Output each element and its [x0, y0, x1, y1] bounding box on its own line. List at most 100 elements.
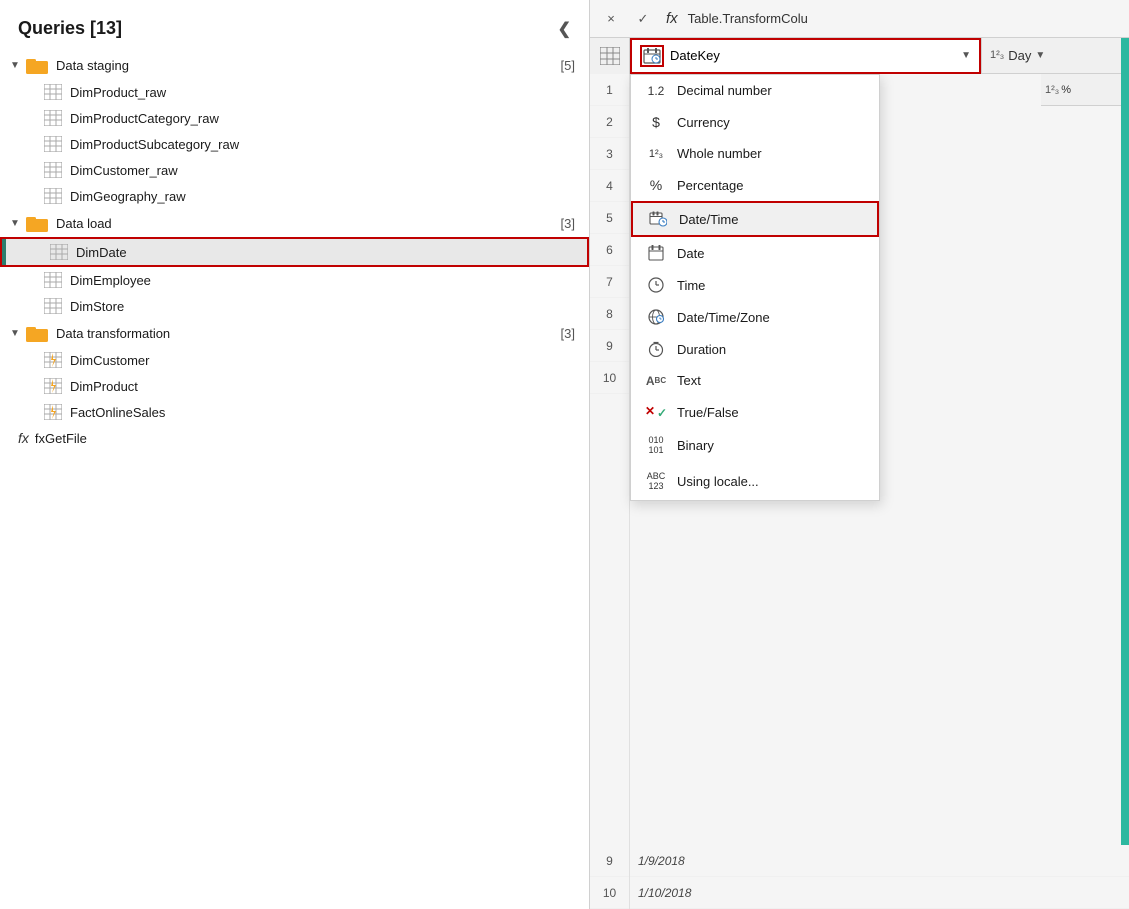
whole-number-label: Whole number — [677, 146, 762, 161]
row-num-4: 4 — [590, 170, 629, 202]
column-dropdown-arrow[interactable]: ▼ — [961, 50, 971, 61]
query-item-dimproductcategory-raw[interactable]: DimProductCategory_raw — [0, 105, 589, 131]
datetimezone-label: Date/Time/Zone — [677, 310, 770, 325]
table-icon — [44, 272, 62, 288]
query-item-dimproduct[interactable]: DimProduct — [0, 373, 589, 399]
dropdown-item-percentage[interactable]: % Percentage — [631, 169, 879, 201]
main-editor-panel: × ✓ fx Table.TransformColu — [590, 0, 1129, 909]
calendar-datetime-icon — [643, 48, 661, 64]
column-name: DateKey — [670, 48, 955, 63]
time-label: Time — [677, 278, 705, 293]
formula-text: Table.TransformColu — [688, 11, 1121, 26]
query-name: DimEmployee — [70, 273, 151, 288]
group-data-load[interactable]: ▼ Data load [3] — [0, 209, 589, 237]
dropdown-item-datetime[interactable]: Date/Time — [631, 201, 879, 237]
table-icon — [44, 84, 62, 100]
group-data-transformation[interactable]: ▼ Data transformation [3] — [0, 319, 589, 347]
query-name: DimCustomer — [70, 353, 149, 368]
row-num-8: 8 — [590, 298, 629, 330]
arrow-icon: ▼ — [10, 218, 22, 229]
table-icon — [44, 136, 62, 152]
group-name-staging: Data staging — [56, 58, 561, 73]
data-cells: 1²₃ % — [880, 74, 1129, 845]
query-tree: ▼ Data staging [5] DimProduct_raw DimPro… — [0, 51, 589, 909]
query-item-dimcustomer[interactable]: DimCustomer — [0, 347, 589, 373]
percentage-icon: % — [645, 177, 667, 193]
row-value-9: 1/9/2018 — [630, 854, 693, 868]
date-label: Date — [677, 246, 704, 261]
dropdown-container: 1 2 3 4 5 6 7 8 9 10 — [590, 74, 1129, 845]
duration-icon — [645, 341, 667, 357]
dropdown-item-whole-number[interactable]: 1²₃ Whole number — [631, 138, 879, 169]
truefalse-label: True/False — [677, 405, 739, 420]
query-item-dimproductsubcategory-raw[interactable]: DimProductSubcategory_raw — [0, 131, 589, 157]
datekey-column-header[interactable]: DateKey ▼ — [630, 38, 981, 74]
data-row-9: 9 1/9/2018 — [590, 845, 1129, 877]
data-area: 1 2 3 4 5 6 7 8 9 10 — [590, 74, 1129, 909]
query-name: DimProduct_raw — [70, 85, 166, 100]
date-icon — [645, 245, 667, 261]
pct-header: 1²₃ % — [1041, 74, 1121, 106]
teal-right-bar — [1121, 74, 1129, 845]
formula-fx-label: fx — [666, 10, 678, 27]
currency-label: Currency — [677, 115, 730, 130]
query-name: DimProduct — [70, 379, 138, 394]
query-item-dimgeography-raw[interactable]: DimGeography_raw — [0, 183, 589, 209]
collapse-button[interactable]: ❮ — [558, 19, 571, 39]
binary-icon: 010101 — [645, 436, 667, 456]
row-num-9: 9 — [590, 330, 629, 362]
currency-icon: $ — [645, 114, 667, 130]
dropdown-item-currency[interactable]: $ Currency — [631, 106, 879, 138]
query-item-dimproduct-raw[interactable]: DimProduct_raw — [0, 79, 589, 105]
query-name: DimProductCategory_raw — [70, 111, 219, 126]
day-column-name: Day — [1008, 48, 1031, 63]
query-name: FactOnlineSales — [70, 405, 165, 420]
cancel-formula-button[interactable]: × — [598, 6, 624, 32]
time-icon — [645, 277, 667, 293]
locale-label: Using locale... — [677, 474, 759, 489]
row-num-3: 3 — [590, 138, 629, 170]
queries-header: Queries [13] ❮ — [0, 0, 589, 51]
pct-header-icon: 1²₃ — [1045, 84, 1059, 96]
row-num-7: 7 — [590, 266, 629, 298]
datetime-label: Date/Time — [679, 212, 738, 227]
dropdown-item-binary[interactable]: 010101 Binary — [631, 428, 879, 464]
query-item-dimstore[interactable]: DimStore — [0, 293, 589, 319]
locale-icon: ABC123 — [645, 472, 667, 492]
content-area: 1 2 3 4 5 6 7 8 9 10 — [590, 74, 1129, 909]
dropdown-item-date[interactable]: Date — [631, 237, 879, 269]
queries-panel: Queries [13] ❮ ▼ Data staging [5] DimPro… — [0, 0, 590, 909]
decimal-icon: 1.2 — [645, 84, 667, 98]
day-dropdown-arrow[interactable]: ▼ — [1035, 50, 1045, 61]
datetime-icon — [647, 211, 669, 227]
dropdown-item-text[interactable]: ABC Text — [631, 365, 879, 396]
query-item-dimemployee[interactable]: DimEmployee — [0, 267, 589, 293]
table-icon — [44, 298, 62, 314]
datetimezone-icon — [645, 309, 667, 325]
selection-accent — [2, 239, 6, 265]
query-item-factonlinesales[interactable]: FactOnlineSales — [0, 399, 589, 425]
data-with-dropdown: 1.2 Decimal number $ Currency 1²₃ Whole … — [630, 74, 1129, 845]
dropdown-item-duration[interactable]: Duration — [631, 333, 879, 365]
query-item-dimdate[interactable]: DimDate — [0, 237, 589, 267]
dropdown-item-truefalse[interactable]: ✕ ✓ True/False — [631, 396, 879, 428]
dropdown-item-time[interactable]: Time — [631, 269, 879, 301]
arrow-icon: ▼ — [10, 60, 22, 71]
folder-icon — [26, 56, 48, 74]
grid-icon-cell[interactable] — [590, 38, 630, 74]
query-item-dimcustomer-raw[interactable]: DimCustomer_raw — [0, 157, 589, 183]
group-count-transform: [3] — [561, 326, 575, 341]
query-item-fxgetfile[interactable]: fx fxGetFile — [0, 425, 589, 451]
dropdown-item-datetimezone[interactable]: Date/Time/Zone — [631, 301, 879, 333]
query-name-fxgetfile: fxGetFile — [35, 431, 87, 446]
binary-label: Binary — [677, 438, 714, 453]
day-type-icon: 1²₃ — [990, 49, 1004, 61]
group-data-staging[interactable]: ▼ Data staging [5] — [0, 51, 589, 79]
table-icon — [44, 162, 62, 178]
pct-header-name: % — [1061, 84, 1071, 96]
dropdown-item-decimal[interactable]: 1.2 Decimal number — [631, 75, 879, 106]
fx-icon: fx — [18, 430, 29, 446]
dropdown-item-locale[interactable]: ABC123 Using locale... — [631, 464, 879, 500]
confirm-formula-button[interactable]: ✓ — [630, 6, 656, 32]
type-dropdown-menu[interactable]: 1.2 Decimal number $ Currency 1²₃ Whole … — [630, 74, 880, 501]
